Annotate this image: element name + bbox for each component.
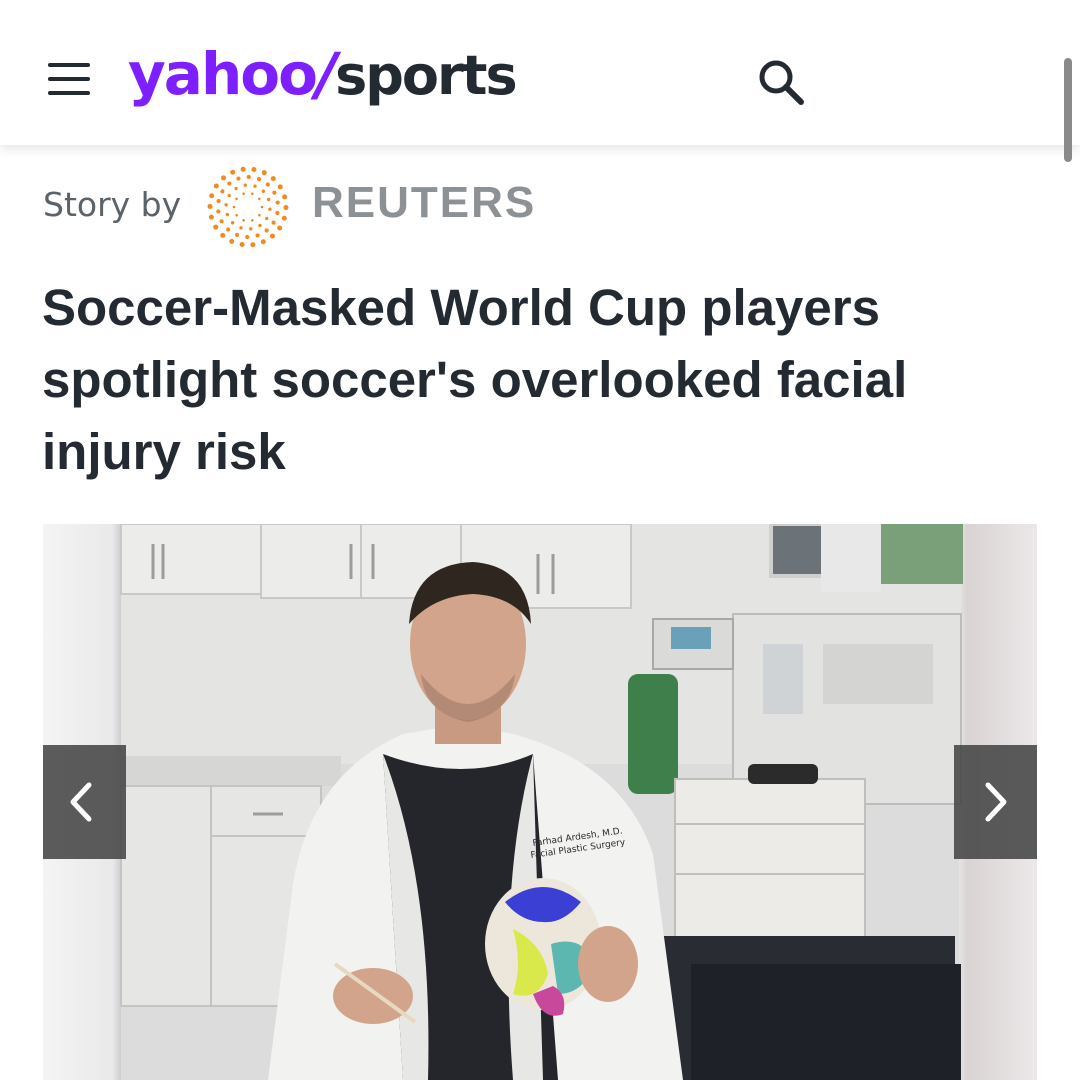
story-by-label: Story by xyxy=(43,185,182,224)
yahoo-sports-logo[interactable]: yahoo/sports xyxy=(128,40,518,120)
article-photo: Farhad Ardesh, M.D. Facial Plastic Surge… xyxy=(43,524,1037,1080)
gallery-next-button[interactable] xyxy=(954,745,1037,859)
source-name[interactable]: REUTERS xyxy=(312,178,536,228)
logo-slash: / xyxy=(315,40,337,108)
logo-section: sports xyxy=(335,44,517,107)
page-scrollbar[interactable] xyxy=(1064,58,1072,162)
search-icon[interactable] xyxy=(755,56,807,108)
gallery-prev-button[interactable] xyxy=(43,745,126,859)
chevron-left-icon xyxy=(70,782,92,822)
logo-brand: yahoo xyxy=(128,40,318,108)
top-header: yahoo/sports xyxy=(0,0,1080,145)
reuters-dots-icon xyxy=(206,165,290,249)
article-headline: Soccer-Masked World Cup players spotligh… xyxy=(42,279,908,480)
chevron-right-icon xyxy=(985,782,1007,822)
hamburger-menu-icon[interactable] xyxy=(48,60,92,98)
